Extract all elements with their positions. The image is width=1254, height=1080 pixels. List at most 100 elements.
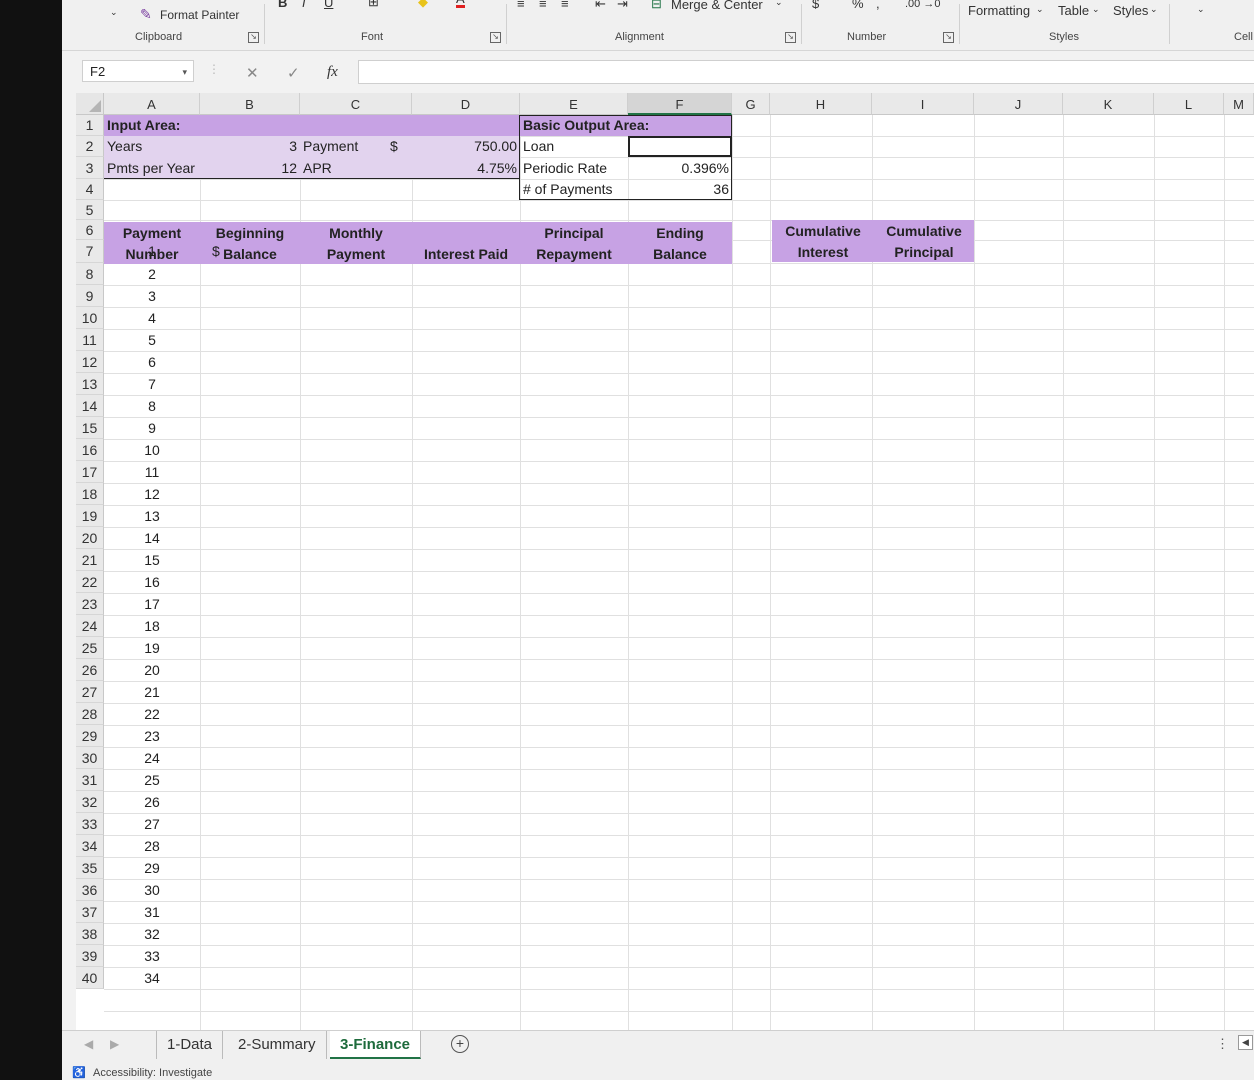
payment-number-cell[interactable]: 13 <box>104 505 200 527</box>
formula-input[interactable] <box>358 60 1254 84</box>
payment-number-cell[interactable]: 11 <box>104 461 200 483</box>
row-header-11[interactable]: 11 <box>76 329 104 351</box>
align-right-icon[interactable]: ≡ <box>561 0 569 11</box>
increase-indent-icon[interactable]: ⇥ <box>617 0 628 12</box>
payment-number-cell[interactable]: 17 <box>104 593 200 615</box>
loan-label[interactable]: Loan <box>523 136 625 157</box>
apr-label[interactable]: APR <box>303 157 409 179</box>
row-header-14[interactable]: 14 <box>76 395 104 417</box>
num-payments-value[interactable]: 36 <box>631 179 729 200</box>
merge-center-button[interactable]: Merge & Center <box>671 0 763 12</box>
beginning-balance-value[interactable]: - <box>256 240 296 263</box>
payment-number-cell[interactable]: 14 <box>104 527 200 549</box>
row-header-38[interactable]: 38 <box>76 923 104 945</box>
pmts-per-year-label[interactable]: Pmts per Year <box>107 157 197 179</box>
row-header-18[interactable]: 18 <box>76 483 104 505</box>
payment-number-cell[interactable]: 10 <box>104 439 200 461</box>
row-header-21[interactable]: 21 <box>76 549 104 571</box>
row-header-17[interactable]: 17 <box>76 461 104 483</box>
payment-number-cell[interactable]: 3 <box>104 285 200 307</box>
currency-icon[interactable]: $ <box>812 0 819 11</box>
row-header-22[interactable]: 22 <box>76 571 104 593</box>
insert-function-icon[interactable]: fx <box>327 64 338 81</box>
row-header-15[interactable]: 15 <box>76 417 104 439</box>
payment-number-cell[interactable]: 12 <box>104 483 200 505</box>
chevron-down-icon[interactable]: ⌄ <box>110 7 118 18</box>
row-header-5[interactable]: 5 <box>76 200 104 220</box>
name-box[interactable]: F2 ▾ <box>82 60 194 82</box>
chevron-down-icon[interactable]: ⌄ <box>1197 4 1205 15</box>
chevron-down-icon[interactable]: ▾ <box>182 61 187 83</box>
comma-style-icon[interactable]: , <box>876 0 880 11</box>
header-interest-paid[interactable]: Interest Paid <box>412 223 520 265</box>
column-header-g[interactable]: G <box>732 93 770 115</box>
accessibility-icon[interactable]: ♿ <box>72 1066 86 1079</box>
years-label[interactable]: Years <box>107 136 197 157</box>
loan-value[interactable] <box>631 136 729 157</box>
payment-number-cell[interactable]: 15 <box>104 549 200 571</box>
row-header-40[interactable]: 40 <box>76 967 104 989</box>
pmts-per-year-value[interactable]: 12 <box>203 157 297 179</box>
sheet-tab-1-data[interactable]: 1-Data <box>156 1031 224 1059</box>
header-cumulative-principal[interactable]: Cumulative Principal <box>874 221 974 263</box>
scroll-left-icon[interactable]: ◀ <box>1238 1035 1253 1050</box>
decimal-buttons[interactable]: .00 →0 <box>905 0 940 10</box>
row-header-34[interactable]: 34 <box>76 835 104 857</box>
payment-number-cell[interactable]: 27 <box>104 813 200 835</box>
cell-styles-button[interactable]: Styles <box>1113 3 1148 18</box>
row-header-16[interactable]: 16 <box>76 439 104 461</box>
periodic-rate-value[interactable]: 0.396% <box>631 157 729 179</box>
select-all-corner[interactable] <box>76 93 104 115</box>
column-header-m[interactable]: M <box>1224 93 1254 115</box>
row-header-20[interactable]: 20 <box>76 527 104 549</box>
worksheet-grid[interactable]: ABCDEFGHIJKLM 1 2 3 4 5 6 7 8 9 10 11 12 13 14 15 16 17 1… <box>76 93 1254 1030</box>
underline-button[interactable]: U <box>324 0 333 10</box>
years-value[interactable]: 3 <box>203 136 297 157</box>
row-header-6[interactable]: 6 <box>76 220 104 240</box>
payment-number-cell[interactable]: 23 <box>104 725 200 747</box>
clipboard-launcher-icon[interactable]: ↘ <box>248 32 259 43</box>
column-header-b[interactable]: B <box>200 93 300 115</box>
row-header-31[interactable]: 31 <box>76 769 104 791</box>
row-header-13[interactable]: 13 <box>76 373 104 395</box>
row-header-28[interactable]: 28 <box>76 703 104 725</box>
header-principal-repayment[interactable]: Principal Repayment <box>520 223 628 265</box>
next-sheet-icon[interactable]: ▶ <box>110 1037 119 1051</box>
row-header-4[interactable]: 4 <box>76 179 104 200</box>
payment-number-cell[interactable]: 24 <box>104 747 200 769</box>
row-header-37[interactable]: 37 <box>76 901 104 923</box>
payment-number-cell[interactable]: 28 <box>104 835 200 857</box>
add-sheet-icon[interactable]: + <box>451 1035 469 1053</box>
alignment-launcher-icon[interactable]: ↘ <box>785 32 796 43</box>
accessibility-status[interactable]: Accessibility: Investigate <box>93 1067 212 1079</box>
payment-number-cell[interactable]: 34 <box>104 967 200 989</box>
conditional-formatting-button[interactable]: Formatting <box>968 3 1030 18</box>
payment-number-cell[interactable]: 30 <box>104 879 200 901</box>
row-header-8[interactable]: 8 <box>76 263 104 285</box>
sheet-tab-2-summary[interactable]: 2-Summary <box>228 1031 327 1059</box>
column-header-k[interactable]: K <box>1063 93 1154 115</box>
payment-number-cell[interactable]: 29 <box>104 857 200 879</box>
row-header-33[interactable]: 33 <box>76 813 104 835</box>
header-ending-balance[interactable]: Ending Balance <box>628 223 732 265</box>
row-header-9[interactable]: 9 <box>76 285 104 307</box>
row-header-24[interactable]: 24 <box>76 615 104 637</box>
payment-number-cell[interactable]: 9 <box>104 417 200 439</box>
enter-icon[interactable]: ✓ <box>287 64 300 82</box>
row-header-3[interactable]: 3 <box>76 157 104 179</box>
prev-sheet-icon[interactable]: ◀ <box>84 1037 93 1051</box>
payment-number-cell[interactable]: 1 <box>104 240 200 263</box>
font-color-icon[interactable]: A <box>456 0 465 8</box>
font-launcher-icon[interactable]: ↘ <box>490 32 501 43</box>
row-header-35[interactable]: 35 <box>76 857 104 879</box>
payment-number-cell[interactable]: 16 <box>104 571 200 593</box>
payment-number-cell[interactable]: 33 <box>104 945 200 967</box>
column-header-i[interactable]: I <box>872 93 974 115</box>
more-options-icon[interactable]: ⋮ <box>1216 1036 1229 1052</box>
bold-button[interactable]: B <box>278 0 287 10</box>
output-area-title[interactable]: Basic Output Area: <box>523 115 649 136</box>
payment-number-cell[interactable]: 26 <box>104 791 200 813</box>
fill-color-icon[interactable]: ◆ <box>418 0 428 10</box>
column-header-h[interactable]: H <box>770 93 872 115</box>
column-header-j[interactable]: J <box>974 93 1063 115</box>
